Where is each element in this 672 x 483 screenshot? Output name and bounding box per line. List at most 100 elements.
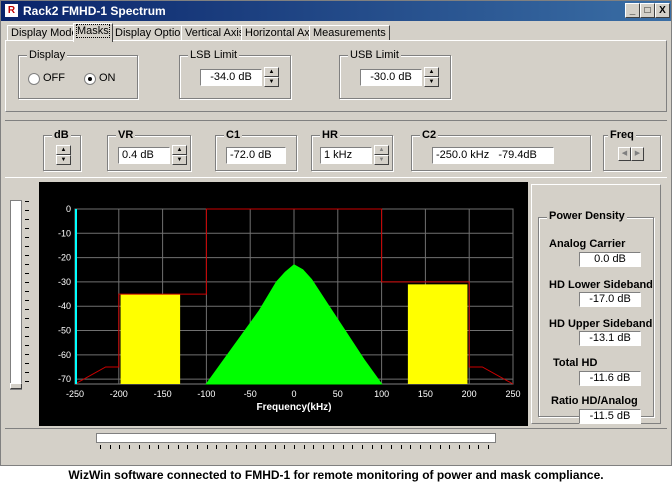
power-density-title: Power Density bbox=[547, 210, 627, 222]
slider-tick bbox=[25, 282, 29, 283]
slider-tick bbox=[429, 445, 431, 449]
x-tick-label: 150 bbox=[418, 389, 433, 399]
slider-tick bbox=[488, 445, 489, 449]
hd-lower-sideband-label: HD Lower Sideband bbox=[549, 279, 653, 291]
display-off-radio[interactable] bbox=[28, 73, 40, 85]
slider-tick bbox=[25, 363, 29, 364]
x-tick-label: 50 bbox=[333, 389, 343, 399]
slider-tick bbox=[25, 300, 29, 301]
vr-field[interactable]: 0.4 dB bbox=[118, 147, 170, 164]
db-down-arrow-icon[interactable]: ▼ bbox=[56, 155, 71, 165]
minimize-button[interactable]: _ bbox=[625, 3, 640, 18]
tab-masks[interactable]: Masks bbox=[73, 23, 113, 42]
lsb-limit-label: LSB Limit bbox=[188, 49, 240, 61]
db-spinner[interactable]: ▲ ▼ bbox=[56, 145, 71, 165]
slider-tick bbox=[410, 445, 412, 449]
total-hd-label: Total HD bbox=[553, 357, 598, 369]
hr-spinner[interactable]: ▲ ▼ bbox=[374, 145, 389, 165]
x-tick-label: -150 bbox=[154, 389, 172, 399]
slider-tick bbox=[458, 445, 460, 449]
slider-tick bbox=[25, 237, 29, 238]
c1-label: C1 bbox=[224, 129, 243, 141]
slider-tick bbox=[449, 445, 451, 449]
hr-label: HR bbox=[320, 129, 340, 141]
slider-tick bbox=[206, 445, 208, 449]
lsb-down-arrow-icon[interactable]: ▼ bbox=[264, 77, 279, 87]
slider-tick bbox=[216, 445, 218, 449]
vr-up-arrow-icon[interactable]: ▲ bbox=[172, 145, 187, 155]
vr-label: VR bbox=[116, 129, 136, 141]
db-label: dB bbox=[52, 129, 71, 141]
vr-spinner[interactable]: ▲ ▼ bbox=[172, 145, 187, 165]
usb-down-arrow-icon[interactable]: ▼ bbox=[424, 77, 439, 87]
slider-tick bbox=[303, 445, 305, 449]
usb-limit-spinner[interactable]: ▲ ▼ bbox=[424, 67, 439, 87]
analog-carrier-label: Analog Carrier bbox=[549, 238, 626, 250]
readout-strip: dB ▲ ▼ VR 0.4 dB ▲ ▼ C1 -72.0 dB HR 1 kH… bbox=[5, 120, 667, 178]
spectrum-window: R Rack2 FMHD-1 Spectrum _ □ X Display Mo… bbox=[0, 0, 672, 466]
freq-right-arrow-icon[interactable]: ▶ bbox=[631, 147, 644, 161]
usb-up-arrow-icon[interactable]: ▲ bbox=[424, 67, 439, 77]
slider-tick bbox=[371, 445, 373, 449]
title-bar[interactable]: R Rack2 FMHD-1 Spectrum _ □ X bbox=[1, 1, 671, 21]
slider-tick bbox=[420, 445, 422, 449]
maximize-button[interactable]: □ bbox=[640, 3, 655, 18]
hr-group: HR 1 kHz ▲ ▼ bbox=[311, 129, 393, 171]
slider-tick bbox=[25, 318, 29, 319]
display-group-label: Display bbox=[27, 49, 68, 61]
lsb-limit-field[interactable]: -34.0 dB bbox=[200, 69, 262, 86]
db-up-arrow-icon[interactable]: ▲ bbox=[56, 145, 71, 155]
vr-down-arrow-icon[interactable]: ▼ bbox=[172, 155, 187, 165]
db-group: dB ▲ ▼ bbox=[43, 129, 81, 171]
spectrum-chart: -250 -200 -150 -100 -50 0 50 100 150 200 250 0 -10 -2… bbox=[58, 204, 521, 413]
hr-up-arrow-icon[interactable]: ▲ bbox=[374, 145, 389, 155]
slider-tick bbox=[25, 309, 29, 310]
slider-tick bbox=[25, 210, 29, 211]
slider-tick bbox=[25, 273, 29, 274]
slider-tick bbox=[323, 445, 325, 449]
y-tick-label: 0 bbox=[66, 204, 71, 214]
analog-carrier-value: 0.0 dB bbox=[579, 252, 641, 267]
vertical-offset-slider[interactable] bbox=[10, 200, 22, 390]
lsb-up-arrow-icon[interactable]: ▲ bbox=[264, 67, 279, 77]
total-hd-value: -11.6 dB bbox=[579, 371, 641, 386]
x-tick-label: -200 bbox=[110, 389, 128, 399]
tab-vertical-axis[interactable]: Vertical Axis bbox=[181, 25, 249, 41]
lsb-limit-spinner[interactable]: ▲ ▼ bbox=[264, 67, 279, 87]
slider-tick bbox=[25, 345, 29, 346]
slider-tick bbox=[167, 445, 169, 449]
c2-field: -250.0 kHz -79.4dB bbox=[432, 147, 554, 164]
x-tick-label: 0 bbox=[291, 389, 296, 399]
slider-tick bbox=[264, 445, 266, 449]
slider-tick bbox=[342, 445, 344, 449]
freq-group: Freq ◀ ▶ bbox=[603, 129, 661, 171]
x-tick-label: 100 bbox=[374, 389, 389, 399]
usb-limit-field[interactable]: -30.0 dB bbox=[360, 69, 422, 86]
power-density-panel: Power Density Analog Carrier 0.0 dB HD L… bbox=[531, 184, 661, 424]
y-tick-label: -60 bbox=[58, 350, 71, 360]
hr-down-arrow-icon[interactable]: ▼ bbox=[374, 155, 389, 165]
hd-upper-sideband-value: -13.1 dB bbox=[579, 331, 641, 346]
c2-label: C2 bbox=[420, 129, 439, 141]
masks-panel: Display OFF ON LSB Limit -34.0 dB ▲ ▼ US… bbox=[5, 40, 667, 112]
slider-tick bbox=[25, 219, 29, 220]
spectrum-plot[interactable]: -250 -200 -150 -100 -50 0 50 100 150 200 250 0 -10 -2… bbox=[39, 182, 528, 426]
slider-tick bbox=[177, 445, 179, 449]
display-on-radio[interactable] bbox=[84, 73, 96, 85]
vertical-slider-thumb[interactable] bbox=[10, 383, 22, 389]
slider-tick bbox=[119, 445, 121, 449]
close-button[interactable]: X bbox=[655, 3, 670, 18]
hr-field[interactable]: 1 kHz bbox=[320, 147, 372, 164]
freq-left-arrow-icon[interactable]: ◀ bbox=[618, 147, 631, 161]
slider-tick bbox=[158, 445, 160, 449]
y-tick-label: -20 bbox=[58, 253, 71, 263]
ratio-hd-analog-value: -11.5 dB bbox=[579, 409, 641, 424]
slider-tick bbox=[25, 372, 29, 373]
slider-tick bbox=[381, 445, 383, 449]
vr-group: VR 0.4 dB ▲ ▼ bbox=[107, 129, 191, 171]
horizontal-pan-slider[interactable] bbox=[96, 433, 496, 443]
x-tick-label: 250 bbox=[505, 389, 520, 399]
usb-limit-group: USB Limit -30.0 dB ▲ ▼ bbox=[339, 49, 451, 99]
tab-display-mode[interactable]: Display Mode bbox=[7, 25, 82, 41]
tab-measurements[interactable]: Measurements bbox=[309, 25, 390, 41]
